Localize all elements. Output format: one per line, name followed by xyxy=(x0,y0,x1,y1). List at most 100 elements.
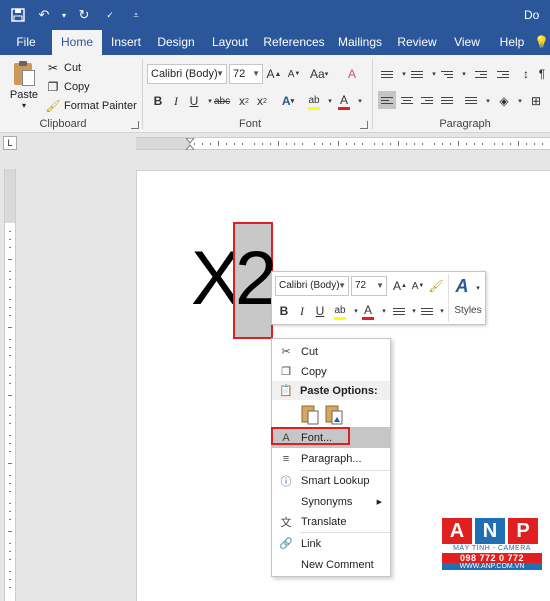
change-case-button[interactable]: Aa ▾ xyxy=(310,64,328,84)
clear-formatting-button[interactable]: A xyxy=(344,64,360,84)
line-spacing-dropdown-icon[interactable]: ▾ xyxy=(480,91,496,111)
cut-label: Cut xyxy=(64,62,82,74)
tab-selector[interactable]: L xyxy=(3,136,17,150)
paste-picture-icon[interactable] xyxy=(324,403,344,425)
tab-review[interactable]: Review xyxy=(394,30,440,55)
font-color-dropdown-icon[interactable]: ▾ xyxy=(352,91,368,111)
numbering-button[interactable] xyxy=(408,65,426,83)
align-center-button[interactable] xyxy=(398,91,416,109)
shading-button[interactable]: ◈ xyxy=(496,91,512,111)
undo-dropdown-icon[interactable]: ▾ xyxy=(60,5,68,25)
strikethrough-button[interactable]: abc xyxy=(214,91,230,111)
subscript-button[interactable]: x2 xyxy=(236,91,252,111)
justify-button[interactable] xyxy=(438,91,456,109)
menu-item-new-comment[interactable]: New Comment xyxy=(272,554,390,575)
ruler-row: L xyxy=(0,133,550,153)
mini-format-painter-icon[interactable]: 🖌 xyxy=(428,276,444,296)
grow-font-button[interactable]: A ▲ xyxy=(266,64,282,84)
font-name-combo[interactable]: Calibri (Body) ▼ xyxy=(147,64,227,84)
mini-underline-button[interactable]: U xyxy=(312,301,328,321)
vertical-ruler[interactable] xyxy=(0,153,18,601)
translate-icon: 文 xyxy=(280,516,292,529)
align-right-button[interactable] xyxy=(418,91,436,109)
anp-letter-p: P xyxy=(508,518,538,544)
title-bar: ↶ ▾ ↻ ✓ ⩡ Do xyxy=(0,0,550,30)
customize-qat-icon[interactable]: ⩡ xyxy=(126,5,146,25)
borders-button[interactable]: ⊞ xyxy=(528,91,544,111)
paste-keep-formatting-icon[interactable] xyxy=(300,403,320,425)
menu-item-synonyms[interactable]: Synonyms ▶ xyxy=(272,491,390,512)
mini-styles-dropdown-icon[interactable]: ▾ xyxy=(470,278,486,298)
redo-icon[interactable]: ↻ xyxy=(74,5,94,25)
smart-lookup-icon: ⓘ xyxy=(280,475,292,488)
save-icon[interactable] xyxy=(8,5,28,25)
horizontal-ruler[interactable] xyxy=(136,137,550,150)
bullets-button[interactable] xyxy=(378,65,396,83)
paste-button[interactable]: Paste ▾ xyxy=(6,59,42,113)
paste-label: Paste xyxy=(9,89,39,101)
show-formatting-icon[interactable]: ¶ xyxy=(534,64,550,84)
quick-access-toolbar: ↶ ▾ ↻ ✓ ⩡ xyxy=(8,5,146,25)
tab-file[interactable]: File xyxy=(8,30,44,55)
decrease-indent-button[interactable] xyxy=(472,65,490,83)
tab-help[interactable]: Help xyxy=(494,30,530,55)
clipboard-launcher-icon[interactable] xyxy=(131,121,139,129)
font-group-label: Font xyxy=(238,118,261,130)
sort-button[interactable]: ↕ xyxy=(518,64,534,84)
text-effects-icon: A xyxy=(281,94,291,108)
shading-dropdown-icon[interactable]: ▾ xyxy=(512,91,528,111)
mini-font-color-button[interactable]: A xyxy=(360,299,376,321)
menu-item-translate[interactable]: 文 Translate xyxy=(272,511,390,532)
undo-icon[interactable]: ↶ xyxy=(34,5,54,25)
anp-website: WWW.ANP.COM.VN xyxy=(442,563,542,570)
anp-phone: 098 772 0 772 xyxy=(442,553,542,563)
cut-button[interactable]: ✂ Cut xyxy=(46,59,81,77)
spelling-icon[interactable]: ✓ xyxy=(100,5,120,25)
italic-button[interactable]: I xyxy=(168,91,184,111)
menu-item-cut[interactable]: ✂ Cut xyxy=(272,341,390,362)
font-color-button[interactable]: A xyxy=(336,89,352,111)
tab-insert[interactable]: Insert xyxy=(106,30,146,55)
tab-layout[interactable]: Layout xyxy=(207,30,253,55)
tab-mailings[interactable]: Mailings xyxy=(334,30,386,55)
menu-item-smart-lookup[interactable]: ⓘ Smart Lookup xyxy=(272,470,390,491)
tab-design[interactable]: Design xyxy=(154,30,198,55)
superscript-button[interactable]: x2 xyxy=(254,91,270,111)
shrink-font-button[interactable]: A ▼ xyxy=(286,64,302,84)
tab-references[interactable]: References xyxy=(262,30,326,55)
bold-button[interactable]: B xyxy=(150,91,166,111)
menu-item-cut-label: Cut xyxy=(301,345,319,358)
ribbon-home: Paste ▾ ✂ Cut ❐ Copy 🖌 Format Painter Cl… xyxy=(0,55,550,133)
font-size-combo[interactable]: 72 ▼ xyxy=(229,64,263,84)
mini-grow-font-button[interactable]: A ▲ xyxy=(392,276,408,296)
multilevel-list-button[interactable] xyxy=(438,65,456,83)
increase-indent-button[interactable] xyxy=(494,65,512,83)
font-size-value: 72 xyxy=(233,68,246,80)
font-launcher-icon[interactable] xyxy=(360,121,368,129)
multilevel-dropdown-icon[interactable]: ▾ xyxy=(456,64,472,84)
format-painter-button[interactable]: 🖌 Format Painter xyxy=(45,97,136,115)
mini-styles-icon[interactable]: A xyxy=(454,274,470,298)
menu-item-copy-label: Copy xyxy=(301,365,327,378)
tab-home[interactable]: Home xyxy=(52,30,102,55)
mini-font-size-combo[interactable]: 72 ▼ xyxy=(351,276,387,296)
line-spacing-button[interactable] xyxy=(462,91,480,109)
menu-item-link[interactable]: 🔗 Link xyxy=(272,533,390,554)
ruler-ticks xyxy=(185,138,543,150)
mini-highlight-button[interactable]: ab xyxy=(332,299,348,321)
mini-shrink-font-button[interactable]: A ▼ xyxy=(410,276,426,296)
copy-button[interactable]: ❐ Copy xyxy=(46,78,90,96)
text-effects-button[interactable]: A ▾ xyxy=(280,91,296,111)
mini-font-name-combo[interactable]: Calibri (Body) ▼ xyxy=(275,276,349,296)
align-left-button[interactable] xyxy=(378,91,396,109)
tab-view[interactable]: View xyxy=(448,30,486,55)
menu-item-copy[interactable]: ❐ Copy xyxy=(272,361,390,382)
mini-numbering-dropdown-icon[interactable]: ▾ xyxy=(434,301,450,321)
mini-bold-button[interactable]: B xyxy=(276,301,292,321)
underline-button[interactable]: U xyxy=(186,91,202,111)
highlight-button[interactable]: ab xyxy=(306,89,322,111)
menu-item-new-comment-label: New Comment xyxy=(301,558,374,571)
mini-italic-button[interactable]: I xyxy=(294,301,310,321)
menu-item-paragraph[interactable]: ≡ Paragraph... xyxy=(272,448,390,469)
tell-me-icon[interactable]: 💡 xyxy=(534,30,549,55)
